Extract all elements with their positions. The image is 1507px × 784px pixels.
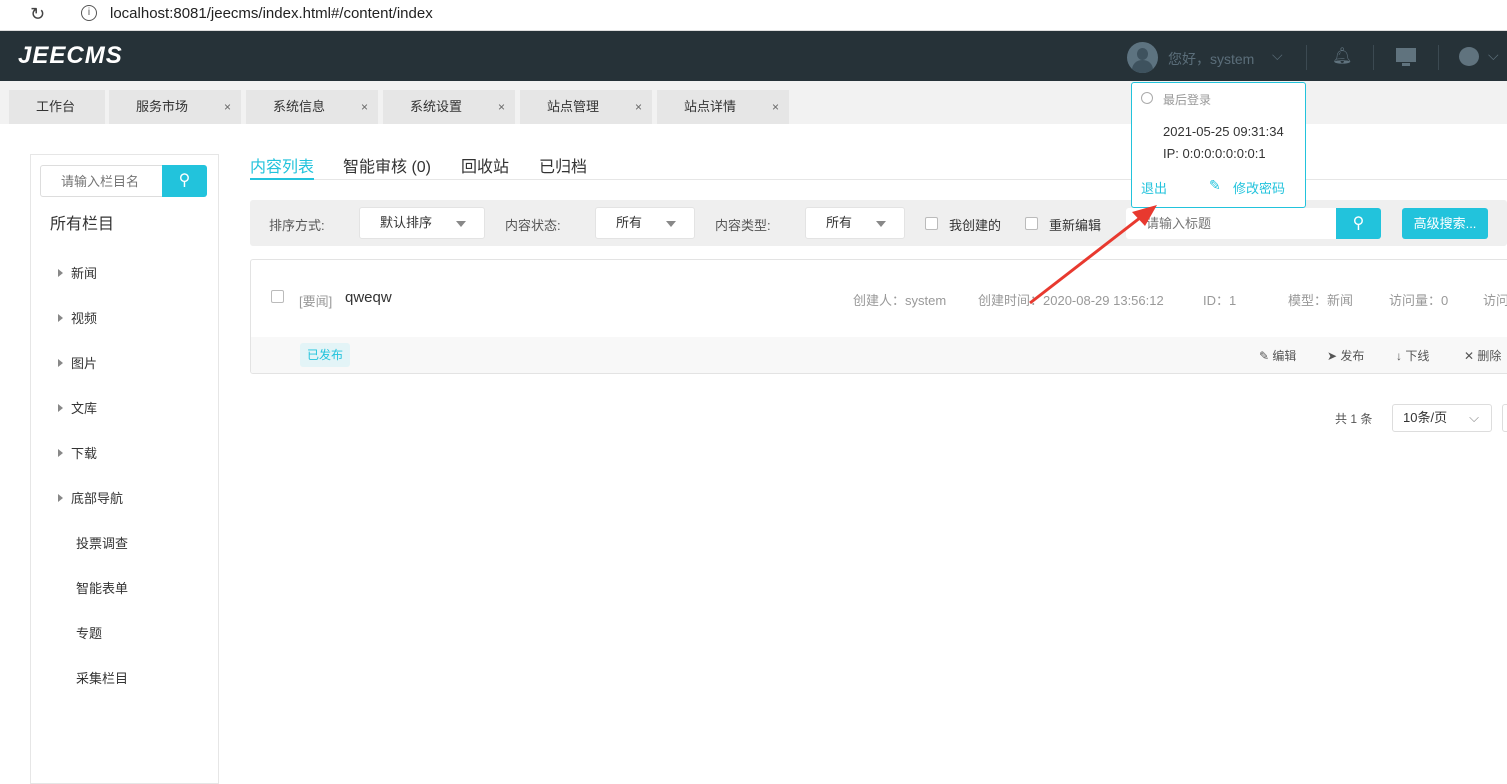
annotation-arrow xyxy=(1029,205,1157,305)
